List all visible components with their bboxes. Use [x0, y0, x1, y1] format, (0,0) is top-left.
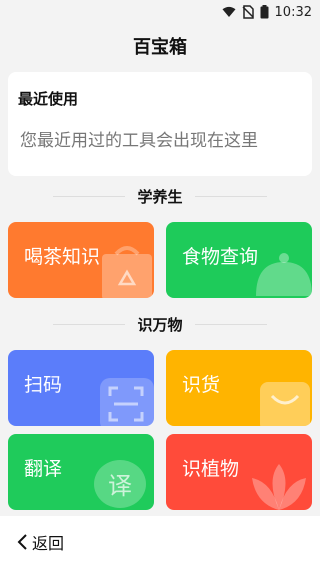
battery-icon: [260, 5, 269, 19]
translate-bubble-icon: 译: [94, 460, 146, 508]
bottom-bar: 返回: [0, 516, 320, 568]
tile-label: 翻译: [24, 458, 63, 480]
recent-card: 最近使用 您最近用过的工具会出现在这里: [8, 72, 312, 176]
svg-text:译: 译: [108, 472, 132, 500]
tile-translate[interactable]: 翻译 译: [8, 434, 154, 510]
divider-line: [53, 323, 126, 325]
section-header-recognize: 识万物: [0, 312, 320, 336]
section-title: 识万物: [137, 315, 183, 334]
recent-heading: 最近使用: [18, 90, 79, 108]
lotus-icon: [252, 464, 306, 510]
no-sim-icon: [242, 5, 254, 19]
recent-empty-text: 您最近用过的工具会出现在这里: [20, 131, 258, 151]
chevron-left-icon: [17, 534, 27, 550]
status-bar: 10:32: [0, 0, 320, 24]
tile-identify-plants[interactable]: 识植物: [166, 434, 312, 510]
tile-scan-code[interactable]: 扫码: [8, 350, 154, 426]
wifi-icon: [222, 6, 236, 17]
section-title: 学养生: [137, 187, 183, 206]
back-label: 返回: [32, 534, 65, 553]
tile-label: 喝茶知识: [24, 246, 101, 268]
tile-label: 扫码: [24, 374, 63, 396]
tile-identify-goods[interactable]: 识货: [166, 350, 312, 426]
tile-label: 食物查询: [182, 246, 259, 268]
divider-line: [53, 195, 126, 197]
divider-line: [194, 323, 267, 325]
tile-tea-knowledge[interactable]: 喝茶知识: [8, 222, 154, 298]
food-cloche-icon: [256, 253, 312, 296]
divider-line: [194, 195, 267, 197]
page-title: 百宝箱: [133, 37, 187, 58]
tile-food-query[interactable]: 食物查询: [166, 222, 312, 298]
title-bar: 百宝箱: [0, 24, 320, 68]
back-button[interactable]: 返回: [16, 530, 64, 554]
recycle-bag-icon: [102, 246, 152, 298]
status-time: 10:32: [274, 4, 312, 20]
tile-label: 识货: [182, 374, 221, 396]
scan-frame-icon: [100, 378, 154, 426]
section-header-health: 学养生: [0, 184, 320, 208]
shopping-bag-icon: [260, 382, 310, 426]
tile-label: 识植物: [182, 458, 240, 480]
